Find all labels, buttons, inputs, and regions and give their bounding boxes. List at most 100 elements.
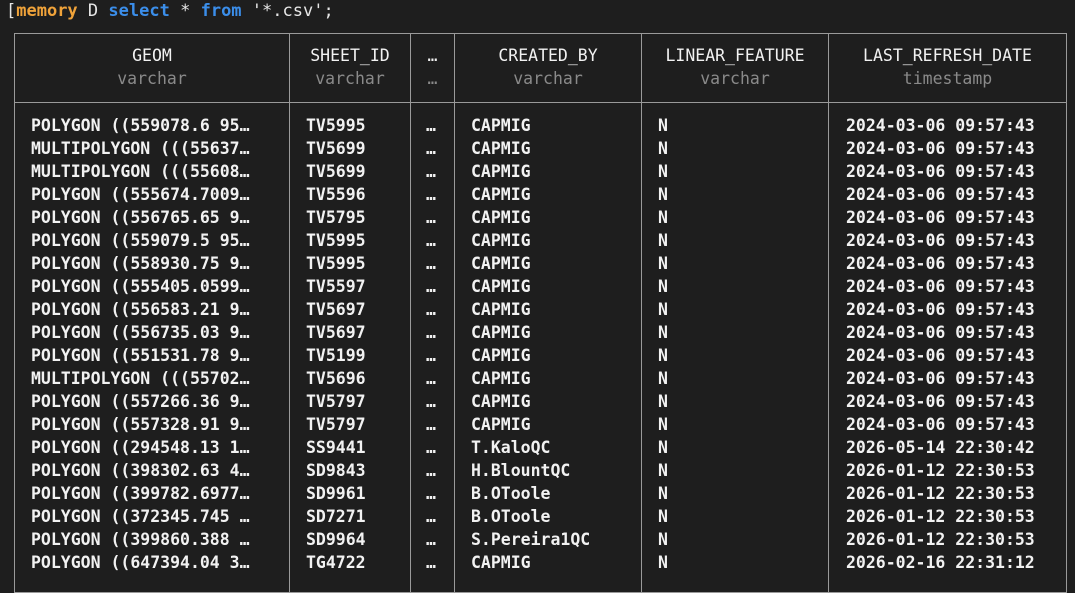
cell-sheet-id: TV5596 — [306, 185, 366, 204]
cell-elided: … — [426, 300, 436, 319]
cell-linear-feature: N — [658, 208, 668, 227]
cell-linear-feature: N — [658, 254, 668, 273]
cell-elided: … — [426, 530, 436, 549]
cell-elided: … — [426, 484, 436, 503]
cell-elided: … — [426, 507, 436, 526]
from-keyword: from — [200, 1, 242, 21]
cell-linear-feature: N — [658, 185, 668, 204]
cell-linear-feature: N — [658, 139, 668, 158]
cell-last-refresh-date: 2024-03-06 09:57:43 — [846, 369, 1035, 388]
cell-created-by: CAPMIG — [471, 208, 531, 227]
column-type: varchar — [513, 69, 583, 88]
cell-sheet-id: TV5699 — [306, 139, 366, 158]
cell-linear-feature: N — [658, 116, 668, 135]
column-name: … — [427, 46, 438, 65]
table-row: POLYGON ((398302.63 4… SD9843 … H.Blount… — [0, 459, 1075, 482]
cell-elided: … — [426, 369, 436, 388]
column-name: CREATED_BY — [498, 46, 598, 65]
cell-linear-feature: N — [658, 300, 668, 319]
cell-geom: POLYGON ((557266.36 9… — [31, 392, 250, 411]
cell-elided: … — [426, 323, 436, 342]
column-name: LINEAR_FEATURE — [665, 46, 805, 65]
cell-geom: POLYGON ((555674.7009… — [31, 185, 250, 204]
table-row: POLYGON ((555674.7009… TV5596 … CAPMIG N… — [0, 183, 1075, 206]
cell-last-refresh-date: 2024-03-06 09:57:43 — [846, 185, 1035, 204]
cell-sheet-id: TV5199 — [306, 346, 366, 365]
cell-created-by: CAPMIG — [471, 323, 531, 342]
source-string: '*.csv'; — [251, 1, 334, 21]
header-divider — [14, 102, 1067, 103]
cell-sheet-id: TV5797 — [306, 415, 366, 434]
cell-geom: POLYGON ((556583.21 9… — [31, 300, 250, 319]
cell-linear-feature: N — [658, 484, 668, 503]
cell-created-by: CAPMIG — [471, 185, 531, 204]
cell-last-refresh-date: 2026-01-12 22:30:53 — [846, 507, 1035, 526]
cell-sheet-id: TV5795 — [306, 208, 366, 227]
table-row: POLYGON ((559078.6 95… TV5995 … CAPMIG N… — [0, 114, 1075, 137]
cell-elided: … — [426, 231, 436, 250]
cell-elided: … — [426, 346, 436, 365]
cell-last-refresh-date: 2024-03-06 09:57:43 — [846, 116, 1035, 135]
cell-sheet-id: TV5597 — [306, 277, 366, 296]
cell-geom: POLYGON ((372345.745 … — [31, 507, 250, 526]
column-header-geom: GEOM varchar — [15, 44, 289, 92]
prompt-bracket: [ — [6, 1, 17, 21]
cell-geom: POLYGON ((399782.6977… — [31, 484, 250, 503]
cell-linear-feature: N — [658, 231, 668, 250]
cell-geom: POLYGON ((558930.75 9… — [31, 254, 250, 273]
column-header-created-by: CREATED_BY varchar — [455, 44, 641, 92]
cell-linear-feature: N — [658, 277, 668, 296]
table-row: POLYGON ((557328.91 9… TV5797 … CAPMIG N… — [0, 413, 1075, 436]
cell-geom: POLYGON ((559079.5 95… — [31, 231, 250, 250]
table-row: POLYGON ((294548.13 1… SS9441 … T.KaloQC… — [0, 436, 1075, 459]
cell-linear-feature: N — [658, 438, 668, 457]
table-row: POLYGON ((399860.388 … SD9964 … S.Pereir… — [0, 528, 1075, 551]
cell-created-by: T.KaloQC — [471, 438, 551, 457]
cell-created-by: CAPMIG — [471, 392, 531, 411]
cell-created-by: S.Pereira1QC — [471, 530, 591, 549]
cell-elided: … — [426, 208, 436, 227]
column-type: varchar — [117, 69, 187, 88]
cell-elided: … — [426, 461, 436, 480]
cell-created-by: B.OToole — [471, 484, 551, 503]
cell-created-by: CAPMIG — [471, 415, 531, 434]
column-name: SHEET_ID — [310, 46, 390, 65]
cell-geom: MULTIPOLYGON (((55637… — [31, 139, 250, 158]
cell-linear-feature: N — [658, 507, 668, 526]
cell-sheet-id: SS9441 — [306, 438, 366, 457]
column-name: LAST_REFRESH_DATE — [863, 46, 1032, 65]
cell-elided: … — [426, 162, 436, 181]
query-prompt[interactable]: [memory D select * from '*.csv'; — [6, 0, 334, 22]
cell-last-refresh-date: 2024-03-06 09:57:43 — [846, 277, 1035, 296]
table-row: POLYGON ((559079.5 95… TV5995 … CAPMIG N… — [0, 229, 1075, 252]
cell-sheet-id: SD7271 — [306, 507, 366, 526]
cell-geom: POLYGON ((559078.6 95… — [31, 116, 250, 135]
cell-created-by: CAPMIG — [471, 162, 531, 181]
cell-last-refresh-date: 2024-03-06 09:57:43 — [846, 323, 1035, 342]
table-row: POLYGON ((556735.03 9… TV5697 … CAPMIG N… — [0, 321, 1075, 344]
cell-created-by: CAPMIG — [471, 139, 531, 158]
cell-elided: … — [426, 254, 436, 273]
cell-sheet-id: TV5797 — [306, 392, 366, 411]
table-row: POLYGON ((551531.78 9… TV5199 … CAPMIG N… — [0, 344, 1075, 367]
cell-last-refresh-date: 2024-03-06 09:57:43 — [846, 208, 1035, 227]
column-type: timestamp — [902, 69, 993, 88]
cell-sheet-id: TV5697 — [306, 300, 366, 319]
cell-geom: POLYGON ((398302.63 4… — [31, 461, 250, 480]
cell-created-by: CAPMIG — [471, 277, 531, 296]
column-type: varchar — [700, 69, 770, 88]
cell-last-refresh-date: 2024-03-06 09:57:43 — [846, 300, 1035, 319]
cell-created-by: CAPMIG — [471, 254, 531, 273]
cell-created-by: B.OToole — [471, 507, 551, 526]
table-row: POLYGON ((555405.0599… TV5597 … CAPMIG N… — [0, 275, 1075, 298]
cell-created-by: CAPMIG — [471, 231, 531, 250]
table-row: POLYGON ((372345.745 … SD7271 … B.OToole… — [0, 505, 1075, 528]
cell-geom: MULTIPOLYGON (((55608… — [31, 162, 250, 181]
cell-elided: … — [426, 392, 436, 411]
cell-sheet-id: SD9843 — [306, 461, 366, 480]
column-header-last-refresh-date: LAST_REFRESH_DATE timestamp — [829, 44, 1066, 92]
cell-sheet-id: TV5697 — [306, 323, 366, 342]
cell-sheet-id: TV5995 — [306, 231, 366, 250]
cell-last-refresh-date: 2026-01-12 22:30:53 — [846, 461, 1035, 480]
cell-geom: POLYGON ((556735.03 9… — [31, 323, 250, 342]
